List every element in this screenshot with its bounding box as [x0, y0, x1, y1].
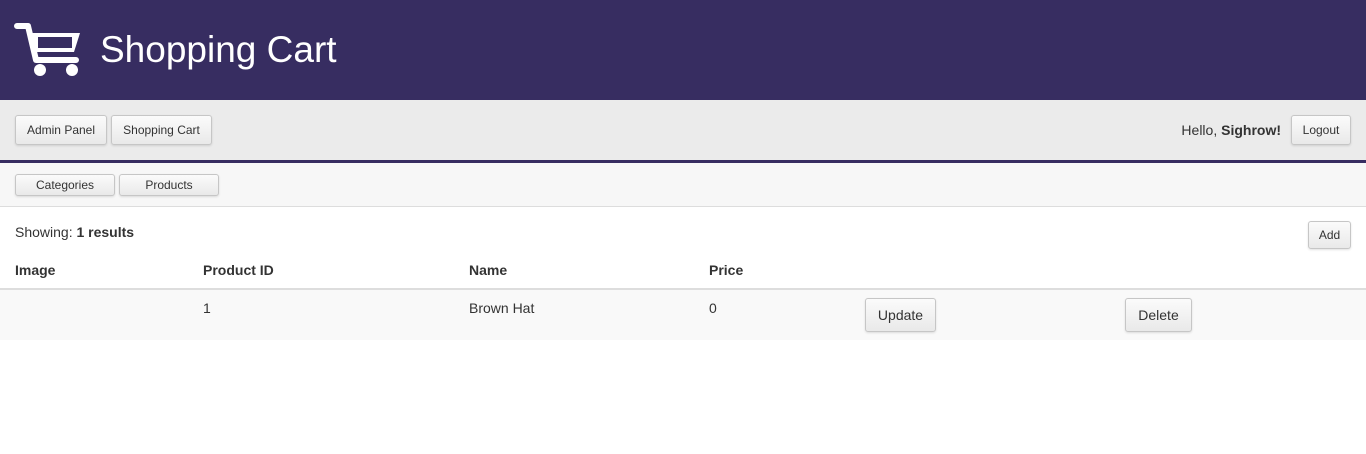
app-title: Shopping Cart: [100, 29, 337, 70]
product-price-cell: 0: [709, 300, 717, 316]
top-navbar: Admin Panel Shopping Cart Hello, Sighrow…: [0, 100, 1366, 163]
shopping-cart-icon: [14, 23, 80, 76]
greeting-prefix: Hello,: [1181, 122, 1218, 138]
product-name-cell: Brown Hat: [469, 300, 535, 316]
column-header-product-id: Product ID: [203, 262, 274, 278]
column-header-name: Name: [469, 262, 508, 278]
column-header-image: Image: [15, 262, 56, 278]
admin-subnav: Categories Products: [0, 163, 1366, 207]
logout-button[interactable]: Logout: [1291, 115, 1351, 145]
admin-panel-button[interactable]: Admin Panel: [15, 115, 107, 145]
product-id-cell: 1: [203, 300, 211, 316]
app-header: Shopping Cart: [0, 0, 1366, 100]
user-greeting: Hello, Sighrow!: [1181, 122, 1281, 138]
categories-button[interactable]: Categories: [15, 174, 115, 196]
username: Sighrow!: [1221, 122, 1281, 138]
add-product-button[interactable]: Add: [1308, 221, 1351, 249]
products-button[interactable]: Products: [119, 174, 219, 196]
delete-button[interactable]: Delete: [1125, 298, 1192, 332]
showing-label: Showing:: [15, 224, 73, 240]
results-count: 1 results: [76, 224, 135, 240]
shopping-cart-button[interactable]: Shopping Cart: [111, 115, 212, 145]
table-row: 1 Brown Hat 0 Update Delete: [0, 290, 1366, 340]
column-header-price: Price: [709, 262, 744, 278]
update-button[interactable]: Update: [865, 298, 936, 332]
results-summary: Showing: 1 results: [15, 224, 134, 240]
